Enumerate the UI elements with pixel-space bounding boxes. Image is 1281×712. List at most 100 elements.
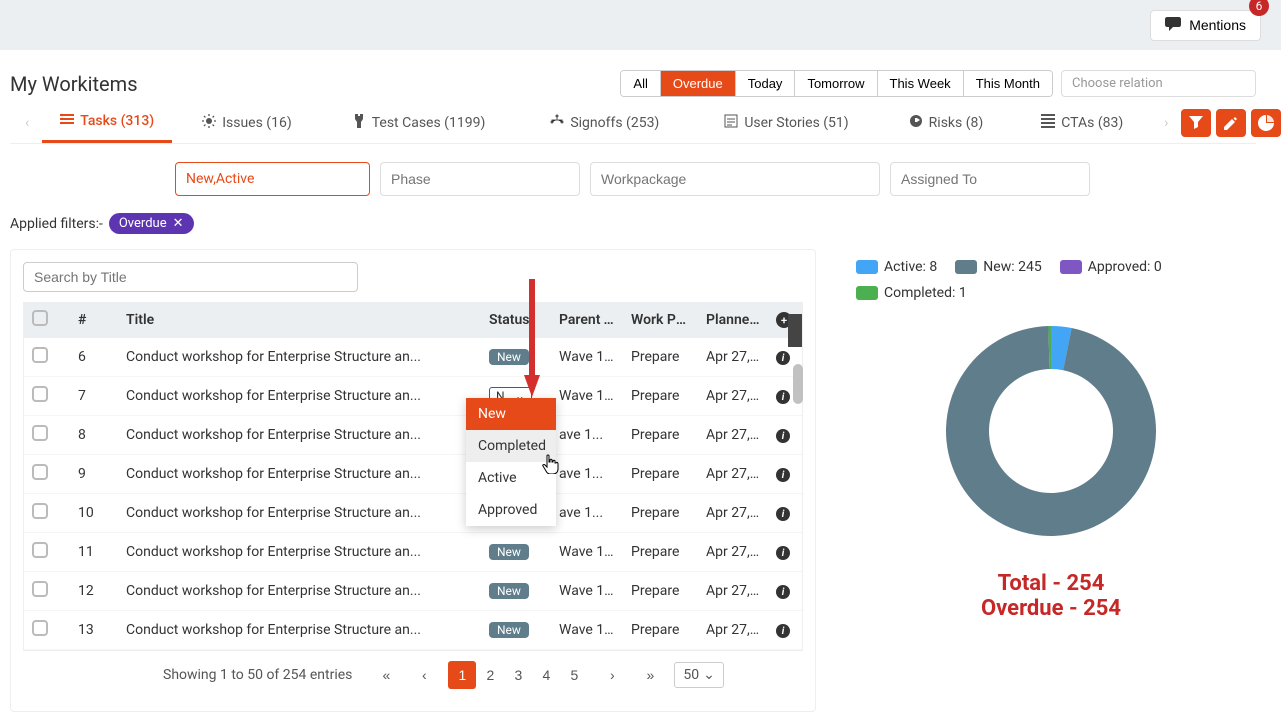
cell-parent: Wave 1... [551,338,623,377]
time-filter-overdue[interactable]: Overdue [661,71,736,96]
row-checkbox[interactable] [32,620,48,636]
row-checkbox[interactable] [32,386,48,402]
col-wp[interactable]: Work Pack [623,302,698,338]
page-5[interactable]: 5 [560,661,588,689]
cell-title: Conduct workshop for Enterprise Structur… [118,338,481,377]
cell-status: New [481,611,551,650]
tabs-scroll-left[interactable]: ‹ [20,115,34,131]
scrollbar-thumb[interactable] [793,364,803,404]
row-checkbox[interactable] [32,464,48,480]
page-size-value: 50 [683,667,699,683]
status-pill[interactable]: New [489,622,529,638]
legend-completed[interactable]: Completed: 1 [856,285,967,301]
chevron-down-icon: ⌄ [703,667,715,683]
status-pill[interactable]: New [489,349,529,365]
status-pill[interactable]: New [489,544,529,560]
chat-icon [1165,17,1181,34]
relation-select[interactable]: Choose relation [1061,70,1256,97]
edit-icon-button[interactable] [1216,109,1246,137]
table-row[interactable]: 8Conduct workshop for Enterprise Structu… [24,416,802,455]
legend-new[interactable]: New: 245 [955,259,1041,275]
status-dropdown[interactable]: NewCompletedActiveApproved [466,398,556,526]
table-row[interactable]: 10Conduct workshop for Enterprise Struct… [24,494,802,533]
mentions-button[interactable]: Mentions [1150,10,1261,41]
filter-icon-button[interactable] [1181,109,1211,137]
info-icon[interactable]: i [776,351,790,365]
status-option-completed[interactable]: Completed [466,430,556,462]
tab-issues-[interactable]: Issues (16) [202,104,292,142]
chart-card: Active: 8 New: 245 Approved: 0 Completed… [846,249,1256,631]
page-size-select[interactable]: 50 ⌄ [674,662,723,688]
page-3[interactable]: 3 [504,661,532,689]
row-checkbox[interactable] [32,347,48,363]
info-icon[interactable]: i [776,507,790,521]
cell-date: Apr 27,... [698,572,768,611]
row-checkbox[interactable] [32,542,48,558]
phase-filter[interactable] [380,162,580,196]
table-row[interactable]: 13Conduct workshop for Enterprise Struct… [24,611,802,650]
status-option-new[interactable]: New [466,398,556,430]
info-icon[interactable]: i [776,429,790,443]
assigned-to-filter[interactable] [890,162,1090,196]
page-1[interactable]: 1 [448,661,476,689]
time-filter-all[interactable]: All [621,71,660,96]
col-status[interactable]: Status [481,302,551,338]
table-row[interactable]: 12Conduct workshop for Enterprise Struct… [24,572,802,611]
page-first[interactable]: « [372,661,400,689]
col-title[interactable]: Title [118,302,481,338]
table-header-row: # Title Status Parent Task Work Pack Pla… [24,302,802,338]
status-pill[interactable]: New [489,583,529,599]
info-icon[interactable]: i [776,546,790,560]
workpackage-filter[interactable] [590,162,880,196]
close-icon[interactable]: ✕ [173,216,184,231]
col-date[interactable]: Planned To [698,302,768,338]
time-filter-today[interactable]: Today [736,71,796,96]
time-filter-this-month[interactable]: This Month [964,71,1052,96]
tab-user-stories-[interactable]: User Stories (51) [724,104,848,142]
tab-ctas-[interactable]: CTAs (83) [1041,104,1123,142]
row-checkbox[interactable] [32,503,48,519]
search-input[interactable] [23,262,358,292]
tab-icon [550,114,564,132]
info-icon[interactable]: i [776,468,790,482]
table-row[interactable]: 6Conduct workshop for Enterprise Structu… [24,338,802,377]
cell-date: Apr 27,... [698,338,768,377]
filter-chip-overdue[interactable]: Overdue ✕ [109,213,194,234]
filter-chip-label: Overdue [119,216,167,231]
cell-title: Conduct workshop for Enterprise Structur… [118,611,481,650]
row-checkbox[interactable] [32,425,48,441]
page-next[interactable]: › [598,661,626,689]
legend-approved[interactable]: Approved: 0 [1060,259,1162,275]
table-row[interactable]: 9Conduct workshop for Enterprise Structu… [24,455,802,494]
page-4[interactable]: 4 [532,661,560,689]
table-row[interactable]: 11Conduct workshop for Enterprise Struct… [24,533,802,572]
col-num[interactable]: # [70,302,118,338]
row-checkbox[interactable] [32,581,48,597]
tabs-scroll-right[interactable]: › [1159,115,1173,131]
status-option-active[interactable]: Active [466,462,556,494]
info-icon[interactable]: i [776,390,790,404]
chart-icon-button[interactable] [1251,109,1281,137]
cell-parent: ave 1... [551,455,623,494]
top-bar: Mentions 6 [0,0,1281,50]
legend-active[interactable]: Active: 8 [856,259,937,275]
tab-risks-[interactable]: Risks (8) [909,104,984,142]
col-parent[interactable]: Parent Task [551,302,623,338]
info-icon[interactable]: i [776,624,790,638]
status-filter[interactable]: New,Active [175,162,370,196]
cell-num: 10 [70,494,118,533]
cell-wp: Prepare [623,611,698,650]
time-filter-tomorrow[interactable]: Tomorrow [795,71,877,96]
tab-test-cases-[interactable]: Test Cases (1199) [352,104,486,142]
status-option-approved[interactable]: Approved [466,494,556,526]
tab-signoffs-[interactable]: Signoffs (253) [550,104,659,142]
page-prev[interactable]: ‹ [410,661,438,689]
info-icon[interactable]: i [776,585,790,599]
tab-tasks-[interactable]: Tasks (313) [42,102,172,143]
page-2[interactable]: 2 [476,661,504,689]
select-all-checkbox[interactable] [32,310,48,326]
page-last[interactable]: » [636,661,664,689]
donut-chart[interactable] [931,311,1171,551]
table-row[interactable]: 7Conduct workshop for Enterprise Structu… [24,377,802,416]
time-filter-this-week[interactable]: This Week [878,71,964,96]
